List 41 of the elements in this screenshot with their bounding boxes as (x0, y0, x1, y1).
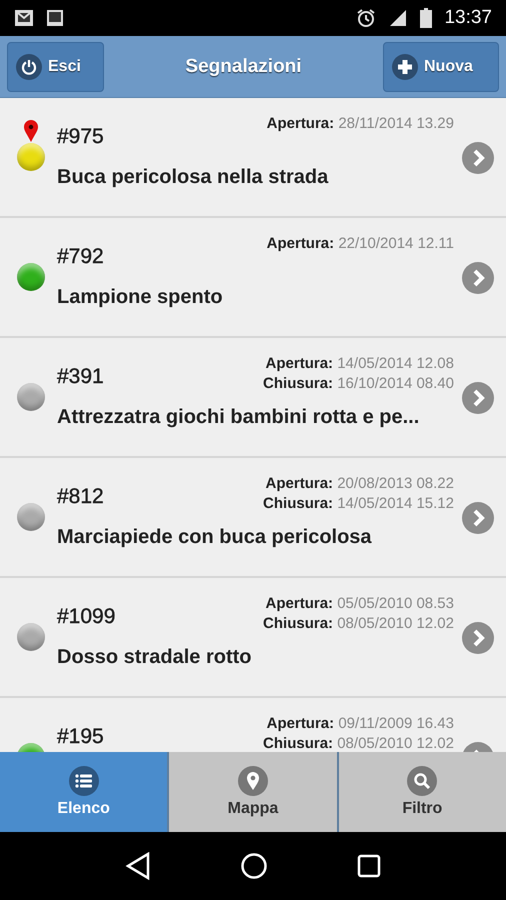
mail-notification-icon (14, 9, 34, 27)
nav-tab[interactable]: Mappa (169, 752, 339, 832)
report-date: Apertura: 20/08/2013 08.22 (266, 474, 454, 494)
power-icon (21, 58, 37, 74)
report-number: #975 (57, 124, 104, 150)
report-title: Buca pericolosa nella strada (57, 165, 330, 190)
report-date: Chiusura: 14/05/2014 15.12 (263, 494, 454, 514)
nav-tab[interactable]: Filtro (338, 752, 506, 832)
home-icon[interactable] (240, 852, 268, 880)
report-number: #812 (57, 484, 104, 510)
report-number: #195 (57, 724, 104, 750)
report-number: #1099 (57, 604, 116, 630)
image-notification-icon (46, 9, 64, 27)
report-number: #792 (57, 244, 104, 270)
report-date: Apertura: 09/11/2009 16.43 (266, 714, 454, 734)
exit-button[interactable]: Esci (7, 42, 104, 92)
report-title: Lampione spento (57, 285, 224, 310)
report-date: Chiusura: 08/05/2010 12.02 (263, 614, 454, 634)
report-date: Apertura: 28/11/2014 13.29 (266, 114, 454, 134)
report-date: Apertura: 05/05/2010 08.53 (266, 594, 454, 614)
new-button[interactable]: Nuova (382, 42, 499, 92)
search-icon (413, 772, 432, 790)
nav-tab[interactable]: Elenco (0, 752, 170, 832)
report-number: #391 (57, 364, 104, 390)
report-date: Chiusura: 08/05/2010 12.02 (263, 734, 454, 752)
report-title: Marciapiede con buca pericolosa (57, 525, 373, 550)
signal-icon (388, 8, 408, 28)
list-icon (74, 773, 93, 789)
report-date: Apertura: 22/10/2014 12.11 (266, 234, 454, 254)
screen-title: Segnalazioni (185, 56, 302, 78)
clock-time: 13:37 (444, 7, 492, 29)
report-date: Chiusura: 16/10/2014 08.40 (263, 374, 454, 394)
report-title: Attrezzatra giochi bambini rotta e pe... (57, 405, 420, 430)
report-title: Dosso stradale rotto (57, 645, 252, 670)
alarm-icon (356, 8, 376, 28)
plus-icon (396, 58, 414, 76)
recents-icon[interactable] (357, 854, 382, 878)
battery-icon (420, 8, 432, 28)
report-date: Apertura: 14/05/2014 12.08 (266, 354, 454, 374)
map-pin-icon (246, 771, 260, 791)
back-icon[interactable] (124, 852, 151, 880)
